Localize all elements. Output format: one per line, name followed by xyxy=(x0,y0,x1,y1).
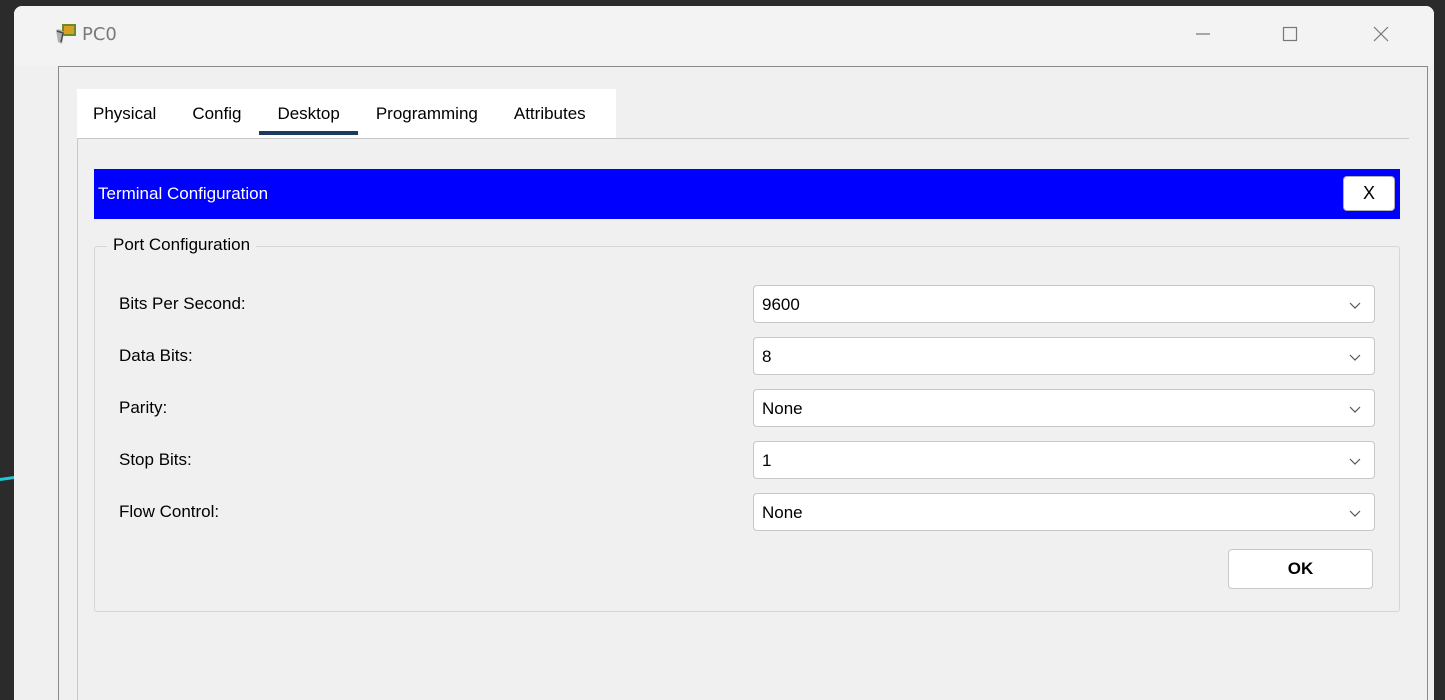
desktop-panel: Terminal Configuration X Port Configurat… xyxy=(77,138,1409,700)
data-bits-row: Data Bits: 8 xyxy=(95,337,1399,375)
stop-bits-value: 1 xyxy=(762,451,772,470)
flow-control-select[interactable]: None xyxy=(753,493,1375,531)
terminal-close-button[interactable]: X xyxy=(1343,176,1395,211)
chevron-down-icon xyxy=(1349,458,1361,465)
stop-bits-label: Stop Bits: xyxy=(119,450,192,469)
pc-app-icon xyxy=(54,22,78,46)
maximize-button[interactable] xyxy=(1266,14,1314,54)
chevron-down-icon xyxy=(1349,354,1361,361)
port-configuration-legend: Port Configuration xyxy=(107,235,257,255)
tab-bar: Physical Config Desktop Programming Attr… xyxy=(77,89,616,138)
maximize-icon xyxy=(1282,26,1298,42)
parity-row: Parity: None xyxy=(95,389,1399,427)
tab-desktop[interactable]: Desktop xyxy=(259,89,359,138)
flow-control-row: Flow Control: None xyxy=(95,493,1399,531)
bits-per-second-label: Bits Per Second: xyxy=(119,294,246,313)
tab-config[interactable]: Config xyxy=(174,89,259,138)
tab-physical[interactable]: Physical xyxy=(77,89,174,138)
chevron-down-icon xyxy=(1349,510,1361,517)
terminal-config-header: Terminal Configuration X xyxy=(94,169,1400,219)
close-window-button[interactable] xyxy=(1357,14,1405,54)
data-bits-label: Data Bits: xyxy=(119,346,193,365)
bits-per-second-row: Bits Per Second: 9600 xyxy=(95,285,1399,323)
data-bits-select[interactable]: 8 xyxy=(753,337,1375,375)
close-icon xyxy=(1373,26,1389,42)
tab-programming[interactable]: Programming xyxy=(358,89,496,138)
minimize-icon xyxy=(1196,33,1210,35)
parity-label: Parity: xyxy=(119,398,168,417)
window-title: PC0 xyxy=(82,24,117,45)
chevron-down-icon xyxy=(1349,406,1361,413)
minimize-button[interactable] xyxy=(1179,14,1227,54)
port-configuration-group: Port Configuration Bits Per Second: 9600… xyxy=(94,235,1400,612)
pc0-window: PC0 Physical Config Desktop Programming … xyxy=(14,6,1434,700)
bits-per-second-select[interactable]: 9600 xyxy=(753,285,1375,323)
tab-attributes[interactable]: Attributes xyxy=(496,89,604,138)
window-titlebar[interactable]: PC0 xyxy=(14,6,1434,66)
chevron-down-icon xyxy=(1349,302,1361,309)
window-client-area: Physical Config Desktop Programming Attr… xyxy=(58,66,1428,700)
terminal-config-title: Terminal Configuration xyxy=(98,184,269,203)
stop-bits-row: Stop Bits: 1 xyxy=(95,441,1399,479)
flow-control-value: None xyxy=(762,503,803,522)
ok-button[interactable]: OK xyxy=(1228,549,1373,589)
parity-value: None xyxy=(762,399,803,418)
data-bits-value: 8 xyxy=(762,347,772,366)
stop-bits-select[interactable]: 1 xyxy=(753,441,1375,479)
parity-select[interactable]: None xyxy=(753,389,1375,427)
bits-per-second-value: 9600 xyxy=(762,295,800,314)
flow-control-label: Flow Control: xyxy=(119,502,220,521)
